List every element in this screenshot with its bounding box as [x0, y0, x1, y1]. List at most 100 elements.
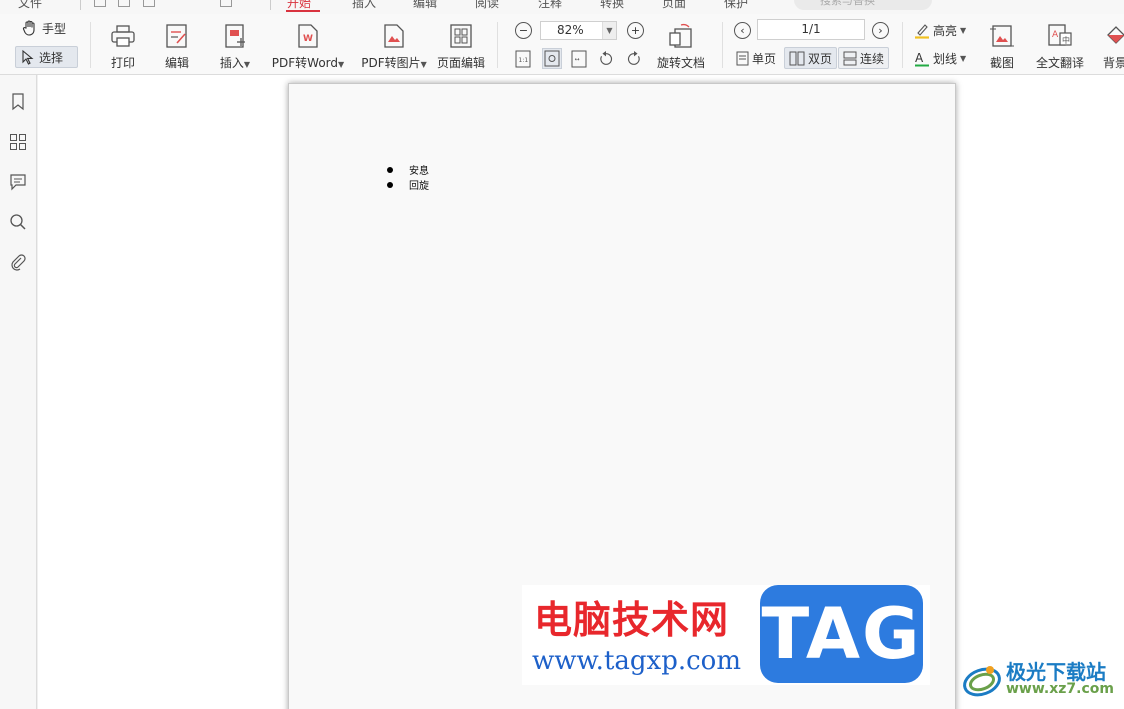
menu-separator [270, 0, 271, 10]
list-item: 安息 [387, 162, 429, 177]
svg-text:中: 中 [1062, 35, 1070, 45]
zoom-out-button[interactable]: − [515, 22, 532, 39]
menu-bar: 文件 开始 插入 编辑 阅读 注释 转换 页面 保护 搜索与替换 [0, 0, 1124, 14]
single-page-button[interactable]: 单页 [732, 47, 780, 69]
double-page-button[interactable]: 双页 [784, 47, 838, 69]
chevron-down-icon[interactable]: ▼ [602, 22, 616, 39]
menu-separator [80, 0, 81, 10]
menu-item-page[interactable]: 页面 [662, 0, 686, 11]
svg-text:1:1: 1:1 [519, 57, 529, 64]
rotate-left-icon[interactable] [598, 50, 614, 68]
actual-size-icon[interactable]: 1:1 [515, 50, 531, 68]
comments-panel-button[interactable] [8, 172, 28, 192]
strikethrough-button[interactable]: A 划线 ▼ [910, 47, 970, 69]
edit-document-icon [166, 24, 187, 48]
zoom-select[interactable]: 82% ▼ [540, 21, 617, 40]
svg-text:A: A [915, 51, 924, 65]
chevron-down-icon: ▼ [960, 25, 967, 35]
continuous-button[interactable]: 连续 [838, 47, 890, 69]
insert-button[interactable]: 插入▼ [215, 14, 255, 74]
pdf-to-image-icon [384, 24, 404, 48]
underline-text-icon: A [915, 51, 929, 66]
ribbon-separator [90, 22, 91, 68]
page-edit-label: 页面编辑 [436, 56, 485, 70]
pdf-to-word-button[interactable]: W PDF转Word▼ [270, 14, 346, 74]
select-tool-button[interactable]: 选择 [15, 46, 78, 68]
search-placeholder: 搜索与替换 [820, 0, 875, 7]
highlight-button[interactable]: 高亮 ▼ [910, 19, 970, 41]
translate-button[interactable]: A中 全文翻译 [1034, 14, 1086, 74]
zoom-in-button[interactable]: + [627, 22, 644, 39]
pdf-to-image-label: PDF转图片 [361, 56, 421, 70]
menu-item-convert[interactable]: 转换 [600, 0, 624, 11]
background-button[interactable]: 背景 [1102, 14, 1124, 74]
menu-item-file[interactable]: 文件 [18, 0, 42, 11]
bullet-icon [387, 166, 393, 173]
page-number-input[interactable]: 1/1 [757, 19, 865, 40]
ribbon-separator [902, 22, 903, 68]
menu-item-annotate[interactable]: 注释 [538, 0, 562, 11]
highlighter-icon [915, 23, 929, 39]
print-button[interactable]: 打印 [106, 14, 140, 74]
search-box[interactable]: 搜索与替换 [794, 0, 932, 10]
ribbon-separator [722, 22, 723, 68]
ribbon-separator [497, 22, 498, 68]
menu-item-protect[interactable]: 保护 [724, 0, 748, 11]
bookmark-panel-button[interactable] [8, 92, 28, 112]
fit-width-icon[interactable]: ↔ [571, 50, 587, 68]
page-edit-button[interactable]: 页面编辑 [436, 14, 486, 74]
screenshot-label: 截图 [989, 56, 1014, 70]
rotate-document-label: 旋转文档 [656, 56, 705, 70]
quick-more-icon[interactable] [220, 0, 232, 7]
paint-bucket-icon [1107, 26, 1124, 44]
strikethrough-label: 划线 [933, 51, 958, 66]
comment-icon [10, 174, 26, 191]
edit-button[interactable]: 编辑 [160, 14, 194, 74]
open-icon[interactable] [94, 0, 106, 7]
cursor-icon [22, 49, 34, 65]
save-icon[interactable] [118, 0, 130, 7]
bullet-list: 安息 回旋 [387, 162, 429, 192]
thumbnails-icon [10, 134, 26, 150]
list-item-text: 回旋 [409, 181, 429, 192]
watermark-url: www.tagxp.com [532, 646, 741, 676]
plus-icon: + [630, 24, 641, 37]
single-page-icon [736, 51, 749, 65]
watermark-tag-logo: TAG [760, 585, 923, 683]
svg-text:W: W [303, 34, 313, 44]
prev-page-button[interactable]: ‹ [734, 22, 751, 39]
list-item-text: 安息 [409, 166, 429, 177]
insert-label: 插入 [219, 56, 244, 70]
pdf-to-image-button[interactable]: PDF转图片▼ [360, 14, 428, 74]
search-panel-button[interactable] [8, 212, 28, 232]
paperclip-icon [11, 254, 26, 271]
menu-item-edit[interactable]: 编辑 [413, 0, 437, 11]
menu-item-insert[interactable]: 插入 [352, 0, 376, 11]
minus-icon: − [518, 24, 529, 37]
ribbon-toolbar: 手型 选择 打印 编辑 插入▼ W PDF转Word▼ PDF转图片▼ 页面编辑… [0, 14, 1124, 75]
chevron-down-icon: ▼ [960, 53, 967, 63]
active-tab-indicator [286, 10, 320, 12]
rotate-right-icon[interactable] [626, 50, 642, 68]
select-tool-label: 选择 [39, 50, 64, 65]
translate-icon: A中 [1048, 24, 1072, 46]
page-grid-icon [450, 24, 472, 48]
chevron-right-icon: › [878, 24, 883, 37]
next-page-button[interactable]: › [872, 22, 889, 39]
svg-text:A: A [1052, 30, 1059, 40]
fit-page-icon[interactable] [542, 48, 562, 69]
thumbnail-panel-button[interactable] [8, 132, 28, 152]
watermark-site-name: 电脑技术网 [534, 598, 730, 642]
pdf-to-word-icon: W [298, 24, 318, 48]
background-label: 背景 [1102, 56, 1124, 70]
chevron-left-icon: ‹ [740, 24, 745, 37]
hand-tool-button[interactable]: 手型 [17, 17, 70, 39]
pdf-to-word-label: PDF转Word [271, 56, 339, 70]
attachment-panel-button[interactable] [8, 252, 28, 272]
insert-page-icon [225, 24, 245, 48]
rotate-document-button[interactable]: 旋转文档 [656, 14, 706, 74]
screenshot-button[interactable]: 截图 [985, 14, 1019, 74]
print-quick-icon[interactable] [143, 0, 155, 7]
continuous-page-icon [843, 51, 857, 65]
menu-item-read[interactable]: 阅读 [475, 0, 499, 11]
